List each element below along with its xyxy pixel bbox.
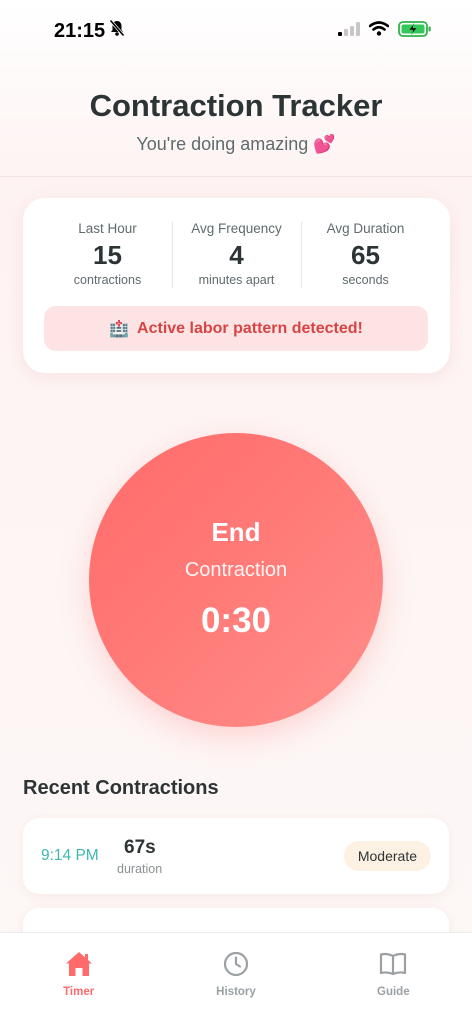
- status-icons: [338, 20, 432, 42]
- labor-alert-banner: 🏥 Active labor pattern detected!: [44, 306, 428, 351]
- book-icon: [378, 950, 408, 983]
- stat-unit: contractions: [73, 273, 142, 287]
- tab-bar: Timer History Guide: [0, 932, 472, 1024]
- stat-label: Avg Frequency: [191, 221, 282, 236]
- stat-unit: minutes apart: [198, 273, 275, 287]
- stats-card: Last Hour 15 contractions Avg Frequency …: [23, 198, 450, 373]
- tab-timer[interactable]: Timer: [0, 933, 157, 1024]
- stat-value: 15: [93, 240, 122, 270]
- page-title: Contraction Tracker: [89, 88, 383, 123]
- battery-charging-icon: [398, 20, 432, 42]
- tab-label: Guide: [377, 986, 410, 998]
- stat-last-hour: Last Hour 15 contractions: [43, 218, 172, 290]
- alert-text: Active labor pattern detected!: [137, 319, 363, 337]
- recent-duration: 67s: [124, 837, 156, 858]
- recent-time: 9:14 PM: [41, 847, 99, 864]
- list-item[interactable]: 9:14 PM 67s duration Moderate: [23, 818, 449, 894]
- recent-duration-label: duration: [117, 862, 163, 876]
- wifi-icon: [368, 21, 390, 41]
- home-icon: [64, 950, 94, 983]
- timer-action-label: End: [211, 517, 261, 547]
- clock-icon: [222, 950, 250, 983]
- tab-guide[interactable]: Guide: [315, 933, 472, 1024]
- tab-label: Timer: [63, 986, 95, 998]
- timer-subtitle: Contraction: [184, 559, 288, 581]
- intensity-badge: Moderate: [343, 841, 431, 871]
- stat-label: Last Hour: [78, 221, 137, 236]
- end-contraction-button[interactable]: End Contraction 0:30: [89, 433, 383, 727]
- stat-unit: seconds: [342, 273, 389, 287]
- header: Contraction Tracker You're doing amazing…: [0, 62, 472, 177]
- tab-label: History: [216, 986, 256, 998]
- status-bar: 21:15: [0, 0, 472, 62]
- stat-avg-frequency: Avg Frequency 4 minutes apart: [172, 218, 301, 290]
- page-subtitle: You're doing amazing 💕: [136, 134, 336, 154]
- recent-contractions-title: Recent Contractions: [23, 777, 219, 799]
- status-time: 21:15: [54, 19, 106, 42]
- status-time-group: 21:15: [54, 19, 125, 43]
- hospital-icon: 🏥: [109, 320, 130, 338]
- timer-elapsed: 0:30: [200, 601, 272, 640]
- stats-row: Last Hour 15 contractions Avg Frequency …: [43, 218, 430, 290]
- stat-avg-duration: Avg Duration 65 seconds: [301, 218, 430, 290]
- stat-label: Avg Duration: [326, 221, 405, 236]
- cellular-signal-icon: [338, 21, 360, 41]
- stat-value: 4: [229, 240, 244, 270]
- tab-history[interactable]: History: [157, 933, 314, 1024]
- stat-value: 65: [351, 240, 380, 270]
- bell-muted-icon: [109, 19, 125, 43]
